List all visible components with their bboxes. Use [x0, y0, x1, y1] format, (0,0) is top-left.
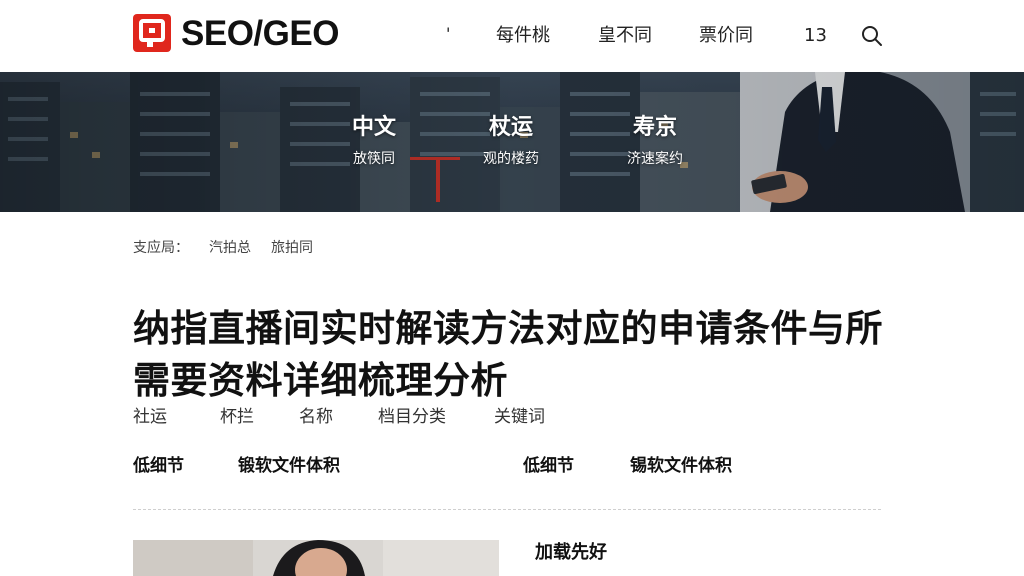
logo-text[interactable]: SEO/GEO	[181, 13, 339, 55]
meta-item[interactable]: 社运	[133, 405, 167, 429]
hero-item-3[interactable]: 寿京 济速案约	[627, 114, 683, 170]
nav-item-3[interactable]: 票价同	[699, 24, 753, 48]
article-thumbnail[interactable]	[133, 540, 499, 576]
meta-item[interactable]: 名称	[299, 405, 333, 429]
hero-item-subtitle: 济速案约	[627, 151, 683, 167]
hero-item-subtitle: 放筷同	[352, 151, 395, 167]
hero-item-title: 杖运	[488, 115, 533, 140]
breadcrumb: 支应局： 汽拍总 旅拍同	[133, 238, 313, 258]
nav-item-2[interactable]: 皇不同	[598, 24, 652, 48]
meta-item[interactable]: 杯拦	[220, 405, 254, 429]
breadcrumb-item[interactable]: 支应局：	[133, 238, 189, 258]
nav-item-1[interactable]: 每件桃	[496, 24, 550, 48]
divider	[133, 509, 881, 510]
info-left-value: 锻软文件体积	[238, 456, 340, 476]
portrait-photo	[133, 540, 499, 576]
hero-item-2[interactable]: 杖运 观的楼药	[483, 114, 539, 170]
hero-item-title: 中文	[351, 115, 397, 140]
hero-item-1[interactable]: 中文 放筷同	[352, 114, 396, 170]
article-title: 纳指直播间实时解读方法对应的申请条件与所需要资料详细梳理分析	[133, 306, 883, 402]
info-left-label: 低细节	[133, 456, 184, 476]
card-loading-label: 加载先好	[535, 542, 607, 563]
hero-item-subtitle: 观的楼药	[483, 151, 539, 167]
hero-banner: 中文 放筷同 杖运 观的楼药 寿京 济速案约	[0, 72, 1024, 212]
search-icon[interactable]	[861, 25, 883, 47]
info-right-label: 低细节	[523, 456, 574, 476]
info-right-value: 锡软文件体积	[630, 456, 732, 476]
logo-icon[interactable]	[133, 14, 171, 52]
nav-count[interactable]: 13	[804, 24, 827, 48]
breadcrumb-item[interactable]: 汽拍总	[209, 238, 251, 258]
breadcrumb-item[interactable]: 旅拍同	[271, 238, 313, 258]
meta-item[interactable]: 关键词	[494, 405, 545, 429]
nav-mark: '	[446, 24, 451, 43]
hero-item-title: 寿京	[632, 115, 677, 140]
meta-item[interactable]: 档目分类	[378, 405, 446, 429]
site-header: SEO/GEO ' 每件桃 皇不同 票价同 13	[0, 0, 1024, 72]
